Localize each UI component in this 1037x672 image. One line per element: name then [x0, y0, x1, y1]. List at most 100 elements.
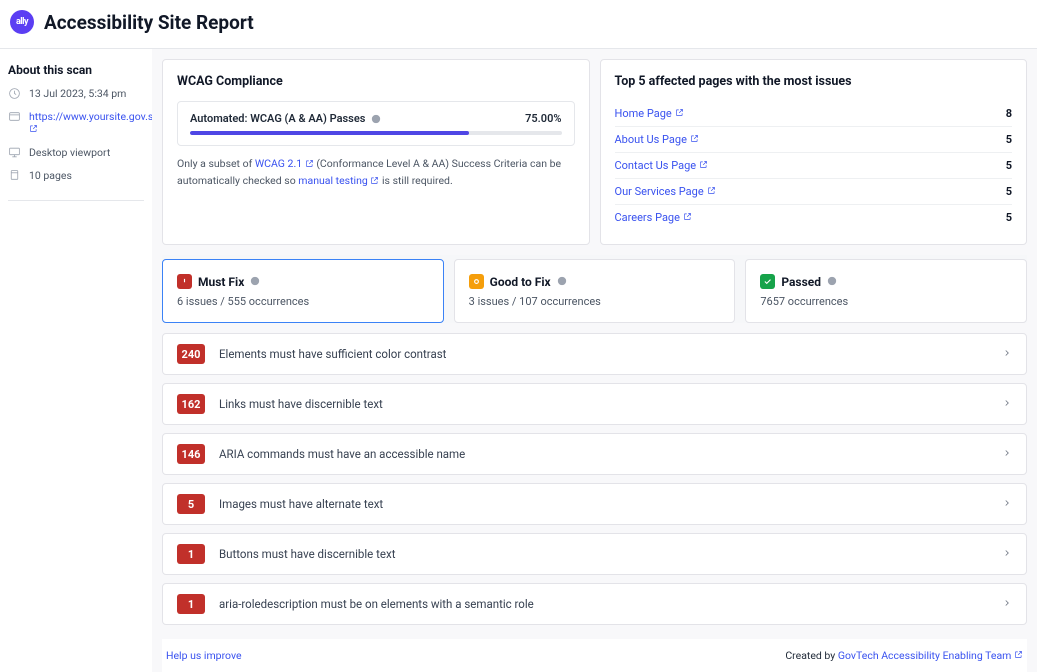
external-link-icon	[1014, 649, 1023, 662]
external-link-icon	[707, 185, 716, 198]
tab-passed[interactable]: Passed 7657 occurrences	[745, 259, 1027, 323]
page-title: Accessibility Site Report	[44, 11, 254, 34]
tab-passed-sub: 7657 occurrences	[760, 295, 1012, 308]
issue-text: Buttons must have discernible text	[219, 547, 988, 561]
tab-passed-title: Passed	[781, 275, 821, 289]
sidebar-divider	[8, 200, 144, 201]
manual-testing-link[interactable]: manual testing	[298, 174, 379, 187]
help-improve-link[interactable]: Help us improve	[166, 649, 242, 662]
meta-pages: 10 pages	[8, 169, 144, 182]
warning-icon	[469, 274, 484, 289]
issues-list: 240 Elements must have sufficient color …	[162, 333, 1027, 625]
external-link-icon	[699, 159, 708, 172]
top5-count: 5	[1006, 159, 1012, 172]
meta-date: 13 Jul 2023, 5:34 pm	[8, 87, 144, 100]
desktop-icon	[8, 146, 21, 159]
issue-count-badge: 240	[177, 344, 205, 364]
issue-count-badge: 1	[177, 544, 205, 564]
sidebar: About this scan 13 Jul 2023, 5:34 pm htt…	[0, 49, 152, 672]
wcag-title: WCAG Compliance	[177, 74, 575, 89]
progress-box: Automated: WCAG (A & AA) Passes 75.00%	[177, 101, 575, 146]
app-logo: ally	[10, 10, 34, 34]
top5-item: About Us Page 5	[615, 127, 1013, 153]
pages-icon	[8, 169, 21, 182]
top5-page-link[interactable]: Our Services Page	[615, 185, 716, 198]
wcag-card: WCAG Compliance Automated: WCAG (A & AA)…	[162, 59, 590, 245]
issue-count-badge: 162	[177, 394, 205, 414]
issue-text: Images must have alternate text	[219, 497, 988, 511]
top5-item: Contact Us Page 5	[615, 153, 1013, 179]
meta-url-link[interactable]: https://www.yoursite.gov.sg/	[29, 110, 164, 136]
check-icon	[760, 274, 775, 289]
top5-page-link[interactable]: About Us Page	[615, 133, 699, 146]
tab-good-to-fix-sub: 3 issues / 107 occurrences	[469, 295, 721, 308]
info-icon[interactable]	[371, 114, 381, 124]
progress-fill	[190, 131, 469, 135]
chevron-right-icon	[1002, 497, 1012, 512]
top5-title: Top 5 affected pages with the most issue…	[615, 74, 1013, 89]
issue-text: Elements must have sufficient color cont…	[219, 347, 988, 361]
top5-count: 5	[1006, 211, 1012, 224]
progress-percent: 75.00%	[525, 112, 561, 125]
meta-url: https://www.yoursite.gov.sg/	[8, 110, 144, 136]
tabs: Must Fix 6 issues / 555 occurrences Good…	[162, 255, 1027, 323]
external-link-icon	[690, 133, 699, 146]
external-link-icon	[305, 157, 314, 173]
created-by-link[interactable]: GovTech Accessibility Enabling Team	[838, 649, 1023, 662]
issue-row[interactable]: 146 ARIA commands must have an accessibl…	[162, 433, 1027, 475]
meta-date-text: 13 Jul 2023, 5:34 pm	[29, 87, 126, 100]
top5-card: Top 5 affected pages with the most issue…	[600, 59, 1028, 245]
meta-pages-text: 10 pages	[29, 169, 72, 182]
chevron-right-icon	[1002, 397, 1012, 412]
tab-good-to-fix[interactable]: Good to Fix 3 issues / 107 occurrences	[454, 259, 736, 323]
header: ally Accessibility Site Report	[0, 0, 1037, 49]
top5-item: Home Page 8	[615, 101, 1013, 127]
footer: Help us improve Created by GovTech Acces…	[162, 639, 1027, 672]
top5-item: Our Services Page 5	[615, 179, 1013, 205]
chevron-right-icon	[1002, 447, 1012, 462]
alert-icon	[177, 274, 192, 289]
chevron-right-icon	[1002, 597, 1012, 612]
external-link-icon	[29, 123, 38, 136]
issue-count-badge: 146	[177, 444, 205, 464]
main-content: WCAG Compliance Automated: WCAG (A & AA)…	[152, 49, 1037, 672]
clock-icon	[8, 87, 21, 100]
meta-viewport: Desktop viewport	[8, 146, 144, 159]
progress-bar	[190, 131, 562, 135]
issue-row[interactable]: 5 Images must have alternate text	[162, 483, 1027, 525]
tab-good-to-fix-title: Good to Fix	[490, 275, 551, 289]
top5-list: Home Page 8 About Us Page 5 Contact Us P…	[615, 101, 1013, 230]
tab-must-fix-sub: 6 issues / 555 occurrences	[177, 295, 429, 308]
info-icon[interactable]	[557, 275, 567, 289]
info-icon[interactable]	[827, 275, 837, 289]
sidebar-title: About this scan	[8, 63, 144, 77]
external-link-icon	[683, 211, 692, 224]
tab-must-fix[interactable]: Must Fix 6 issues / 555 occurrences	[162, 259, 444, 323]
meta-viewport-text: Desktop viewport	[29, 146, 110, 159]
issue-row[interactable]: 1 aria-roledescription must be on elemen…	[162, 583, 1027, 625]
issue-text: ARIA commands must have an accessible na…	[219, 447, 988, 461]
issue-text: Links must have discernible text	[219, 397, 988, 411]
progress-label: Automated: WCAG (A & AA) Passes	[190, 112, 381, 125]
top5-count: 5	[1006, 133, 1012, 146]
issue-text: aria-roledescription must be on elements…	[219, 597, 988, 611]
issue-count-badge: 5	[177, 494, 205, 514]
issue-row[interactable]: 240 Elements must have sufficient color …	[162, 333, 1027, 375]
tab-must-fix-title: Must Fix	[198, 275, 244, 289]
browser-icon	[8, 110, 21, 123]
issue-row[interactable]: 162 Links must have discernible text	[162, 383, 1027, 425]
top5-count: 8	[1006, 107, 1012, 120]
info-icon[interactable]	[250, 275, 260, 289]
wcag-note: Only a subset of WCAG 2.1 (Conformance L…	[177, 156, 575, 190]
chevron-right-icon	[1002, 547, 1012, 562]
top5-page-link[interactable]: Contact Us Page	[615, 159, 709, 172]
top5-page-link[interactable]: Home Page	[615, 107, 684, 120]
wcag-link[interactable]: WCAG 2.1	[255, 157, 314, 170]
chevron-right-icon	[1002, 347, 1012, 362]
top5-page-link[interactable]: Careers Page	[615, 211, 692, 224]
issue-row[interactable]: 1 Buttons must have discernible text	[162, 533, 1027, 575]
top5-item: Careers Page 5	[615, 205, 1013, 230]
top5-count: 5	[1006, 185, 1012, 198]
issue-count-badge: 1	[177, 594, 205, 614]
external-link-icon	[675, 107, 684, 120]
